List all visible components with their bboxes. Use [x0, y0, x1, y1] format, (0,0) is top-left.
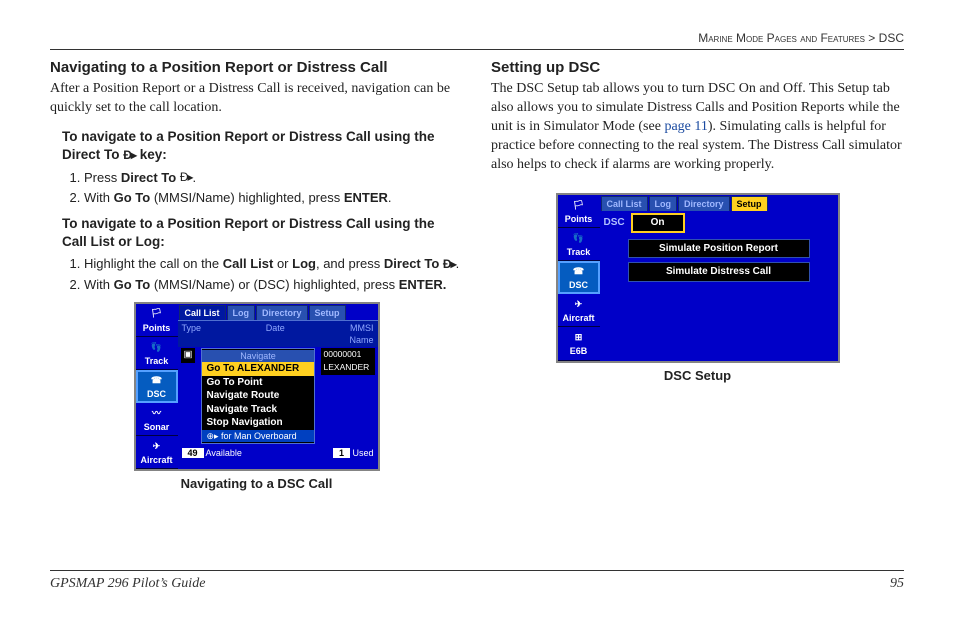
- gps-tabs: Call List Log Directory Setup: [600, 195, 838, 211]
- name-cell: LEXANDER: [321, 361, 375, 374]
- gps-screenshot-navigate: 🏳Points 👣Track ☎DSC 〰Sonar ✈Aircraft Cal…: [134, 302, 380, 472]
- page-11-link[interactable]: page 11: [664, 119, 707, 134]
- block1-steps: Press Direct To Đ▸. With Go To (MMSI/Nam…: [62, 169, 463, 207]
- left-figure: 🏳Points 👣Track ☎DSC 〰Sonar ✈Aircraft Cal…: [50, 302, 463, 493]
- gps-data-row: ▣ Navigate Go To ALEXANDER Go To Point N…: [178, 347, 378, 445]
- footer-page-number: 95: [890, 575, 904, 594]
- instruction-block-1: To navigate to a Position Report or Dist…: [62, 128, 463, 293]
- dsc-icon: ☎: [558, 264, 600, 278]
- tab-directory[interactable]: Directory: [256, 305, 308, 320]
- dsc-toggle-label: DSC: [604, 216, 625, 230]
- navigate-menu: Navigate Go To ALEXANDER Go To Point Nav…: [201, 348, 314, 444]
- sidebar-item-dsc[interactable]: ☎DSC: [558, 261, 600, 294]
- gps-tabs: Call List Log Directory Setup: [178, 304, 378, 320]
- aircraft-icon: ✈: [558, 297, 600, 311]
- block2-step2: With Go To (MMSI/Name) or (DSC) highligh…: [84, 276, 463, 294]
- gps-main-panel: Call List Log Directory Setup Type Date …: [178, 304, 378, 470]
- tab-directory[interactable]: Directory: [678, 196, 730, 211]
- footprints-icon: 👣: [136, 340, 178, 354]
- sidebar-item-aircraft[interactable]: ✈Aircraft: [136, 436, 178, 469]
- sidebar-item-track[interactable]: 👣Track: [558, 228, 600, 261]
- menu-foot-mob: ⊕▸ for Man Overboard: [202, 430, 313, 442]
- direct-to-icon: Đ▸: [180, 169, 193, 185]
- mmsi-cell: 00000001: [321, 348, 375, 361]
- navigate-menu-title: Navigate: [202, 350, 313, 362]
- right-column: Setting up DSC The DSC Setup tab allows …: [491, 58, 904, 493]
- sidebar-item-points[interactable]: 🏳Points: [136, 304, 178, 337]
- block2-step1: Highlight the call on the Call List or L…: [84, 255, 463, 273]
- gps-footer-status: 49 Available 1 Used: [178, 445, 378, 462]
- tab-setup[interactable]: Setup: [309, 305, 346, 320]
- dsc-icon: ☎: [136, 373, 178, 387]
- gps-sidebar: 🏳Points 👣Track ☎DSC ✈Aircraft ⊞E6B: [558, 195, 600, 361]
- type-cell: ▣: [181, 348, 196, 363]
- block1-step1: Press Direct To Đ▸.: [84, 169, 463, 187]
- gps-column-headers: Type Date MMSIName: [178, 320, 378, 347]
- footer-guide-title: GPSMAP 296 Pilot’s Guide: [50, 575, 205, 594]
- gps-screenshot-setup: 🏳Points 👣Track ☎DSC ✈Aircraft ⊞E6B Call …: [556, 193, 840, 363]
- menu-item-navigate-track[interactable]: Navigate Track: [202, 403, 313, 417]
- gps-sidebar: 🏳Points 👣Track ☎DSC 〰Sonar ✈Aircraft: [136, 304, 178, 470]
- sonar-icon: 〰: [136, 406, 178, 420]
- dsc-toggle-row: DSC On: [600, 211, 838, 235]
- block1-step2: With Go To (MMSI/Name) highlighted, pres…: [84, 189, 463, 207]
- right-figure-caption: DSC Setup: [491, 367, 904, 385]
- left-column: Navigating to a Position Report or Distr…: [50, 58, 463, 493]
- simulate-position-report-button[interactable]: Simulate Position Report: [628, 239, 810, 259]
- left-figure-caption: Navigating to a DSC Call: [50, 475, 463, 493]
- tab-call-list[interactable]: Call List: [179, 305, 226, 320]
- left-intro: After a Position Report or a Distress Ca…: [50, 80, 463, 118]
- breadcrumb-section: Marine Mode Pages and Features: [698, 31, 865, 45]
- sidebar-item-dsc[interactable]: ☎DSC: [136, 370, 178, 403]
- breadcrumb-page: DSC: [879, 31, 904, 45]
- sidebar-item-points[interactable]: 🏳Points: [558, 195, 600, 228]
- menu-item-stop-navigation[interactable]: Stop Navigation: [202, 416, 313, 430]
- direct-to-icon: Đ▸: [123, 147, 136, 163]
- calculator-icon: ⊞: [558, 330, 600, 344]
- tab-setup[interactable]: Setup: [731, 196, 768, 211]
- breadcrumb: Marine Mode Pages and Features > DSC: [50, 30, 904, 50]
- dsc-toggle-value[interactable]: On: [631, 213, 685, 233]
- flag-icon: 🏳: [558, 198, 600, 212]
- gps-main-panel: Call List Log Directory Setup DSC On Sim…: [600, 195, 838, 361]
- tab-call-list[interactable]: Call List: [601, 196, 648, 211]
- sidebar-item-aircraft[interactable]: ✈Aircraft: [558, 294, 600, 327]
- tab-log[interactable]: Log: [649, 196, 678, 211]
- right-heading: Setting up DSC: [491, 58, 904, 78]
- direct-to-icon: Đ▸: [443, 256, 456, 272]
- footprints-icon: 👣: [558, 231, 600, 245]
- block2-steps: Highlight the call on the Call List or L…: [62, 255, 463, 293]
- simulate-distress-call-button[interactable]: Simulate Distress Call: [628, 262, 810, 282]
- flag-icon: 🏳: [136, 307, 178, 321]
- page-footer: GPSMAP 296 Pilot’s Guide 95: [50, 570, 904, 594]
- menu-item-goto-point[interactable]: Go To Point: [202, 376, 313, 390]
- sidebar-item-track[interactable]: 👣Track: [136, 337, 178, 370]
- block2-heading: To navigate to a Position Report or Dist…: [62, 215, 463, 251]
- left-heading: Navigating to a Position Report or Distr…: [50, 58, 463, 78]
- menu-item-navigate-route[interactable]: Navigate Route: [202, 389, 313, 403]
- sidebar-item-e6b[interactable]: ⊞E6B: [558, 327, 600, 360]
- sidebar-item-sonar[interactable]: 〰Sonar: [136, 403, 178, 436]
- aircraft-icon: ✈: [136, 439, 178, 453]
- tab-log[interactable]: Log: [227, 305, 256, 320]
- right-paragraph: The DSC Setup tab allows you to turn DSC…: [491, 80, 904, 174]
- block1-heading: To navigate to a Position Report or Dist…: [62, 128, 463, 164]
- menu-item-goto-name[interactable]: Go To ALEXANDER: [202, 362, 313, 376]
- right-figure: 🏳Points 👣Track ☎DSC ✈Aircraft ⊞E6B Call …: [491, 193, 904, 384]
